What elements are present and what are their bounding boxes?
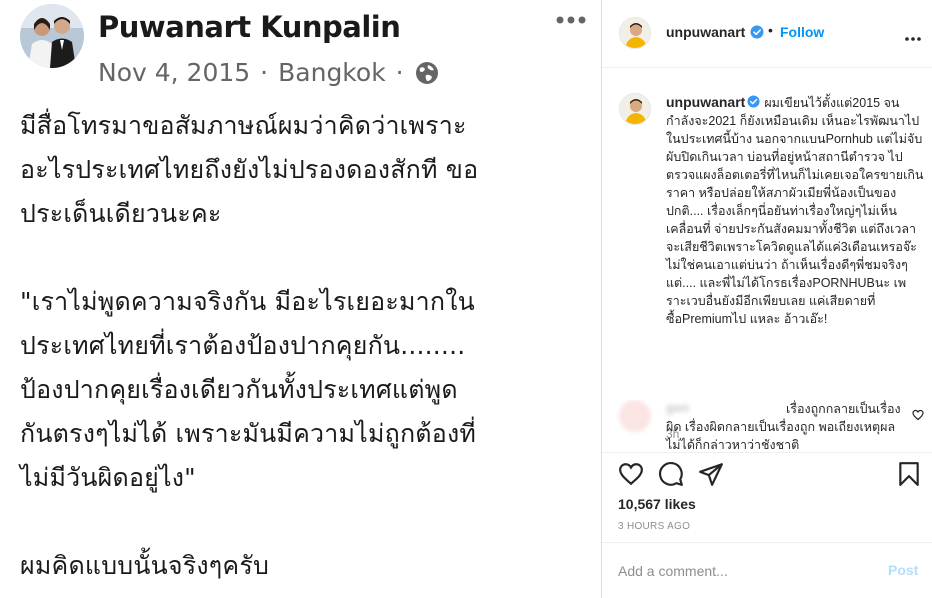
tweet-meta-separator: · (260, 58, 269, 87)
tweet-line: ประเด็นเดียวนะคะ (20, 199, 222, 228)
post-comment-button[interactable]: Post (888, 562, 918, 578)
tweet-line: ไม่มีวันผิดอยู่ไง" (20, 463, 196, 492)
comment-icon[interactable] (658, 461, 684, 487)
share-icon[interactable] (698, 461, 724, 487)
post-timestamp[interactable]: 3 HOURS AGO (618, 521, 690, 532)
comment-like-heart-icon[interactable] (912, 408, 924, 421)
caption-body: ผมเขียนไว้ตั้งแต่2015 จนกำลังจะ2021 ก็ยั… (666, 96, 924, 326)
caption-avatar[interactable] (619, 93, 651, 125)
tweet-date: Nov 4, 2015 (98, 58, 251, 87)
tweet-line: อะไรประเทศไทยถึงยังไม่ปรองดองสักที ขอ (20, 155, 479, 184)
tweet-author-name: Puwanart Kunpalin (98, 10, 401, 44)
caption-text: unpuwanart ผมเขียนไว้ตั้งแต่2015 จนกำลังจ… (666, 93, 924, 328)
verified-badge-icon (747, 95, 760, 108)
heart-icon[interactable] (618, 461, 644, 487)
tweet-body: มีสื่อโทรมาขอสัมภาษณ์ผมว่าคิดว่าเพราะ อะ… (20, 104, 595, 588)
likes-count[interactable]: 10,567 likes (618, 496, 696, 512)
tweet-line: ประเทศไทยที่เราต้องป้องปากคุยกัน........ (20, 331, 466, 360)
more-icon (554, 10, 588, 30)
header-username[interactable]: unpuwanart (666, 24, 745, 40)
actions-area: 10,567 likes 3 HOURS AGO (602, 452, 932, 542)
tweet-author-avatar (20, 4, 84, 68)
tweet-line: ป้องปากคุยเรื่องเดียวกันทั้งประเทศแต่พูด (20, 375, 458, 404)
save-icon[interactable] (896, 461, 922, 487)
post-image[interactable]: Puwanart Kunpalin Nov 4, 2015 · Bangkok … (0, 0, 601, 598)
header-avatar[interactable] (619, 17, 651, 49)
tweet-line: มีสื่อโทรมาขอสัมภาษณ์ผมว่าคิดว่าเพราะ (20, 111, 467, 140)
comment-input[interactable] (618, 557, 868, 585)
tweet-line: "เราไม่พูดความจริงกัน มีอะไรเยอะมากใน (20, 287, 475, 316)
verified-badge-icon (750, 25, 764, 39)
globe-icon (414, 60, 440, 86)
follow-button[interactable]: Follow (780, 24, 824, 40)
caption-area: unpuwanart ผมเขียนไว้ตั้งแต่2015 จนกำลังจ… (602, 69, 932, 449)
comment-avatar[interactable] (619, 400, 651, 432)
tweet-location: Bangkok (278, 58, 386, 87)
post-details-panel: unpuwanart • Follow unpuwanart ผมเขียนไว… (602, 0, 932, 598)
caption-username[interactable]: unpuwanart (666, 94, 745, 110)
tweet-meta: Nov 4, 2015 · Bangkok · (98, 58, 440, 87)
tweet-line: กันตรงๆไม่ได้ เพราะมันมีความไม่ถูกต้องที… (20, 419, 477, 448)
add-comment-box: Post (602, 542, 932, 598)
post-header: unpuwanart • Follow (602, 0, 932, 68)
header-dot: • (768, 22, 773, 38)
tweet-line: ผมคิดแบบนั้นจริงๆครับ (20, 551, 270, 580)
tweet-meta-separator-2: · (395, 58, 404, 87)
comment-row: gen เรื่องถูกกลายเป็นเรื่องผิด เรื่องผิด… (602, 400, 932, 452)
comment-text: เรื่องถูกกลายเป็นเรื่องผิด เรื่องผิดกลาย… (666, 402, 901, 452)
more-options-icon[interactable] (904, 30, 922, 41)
